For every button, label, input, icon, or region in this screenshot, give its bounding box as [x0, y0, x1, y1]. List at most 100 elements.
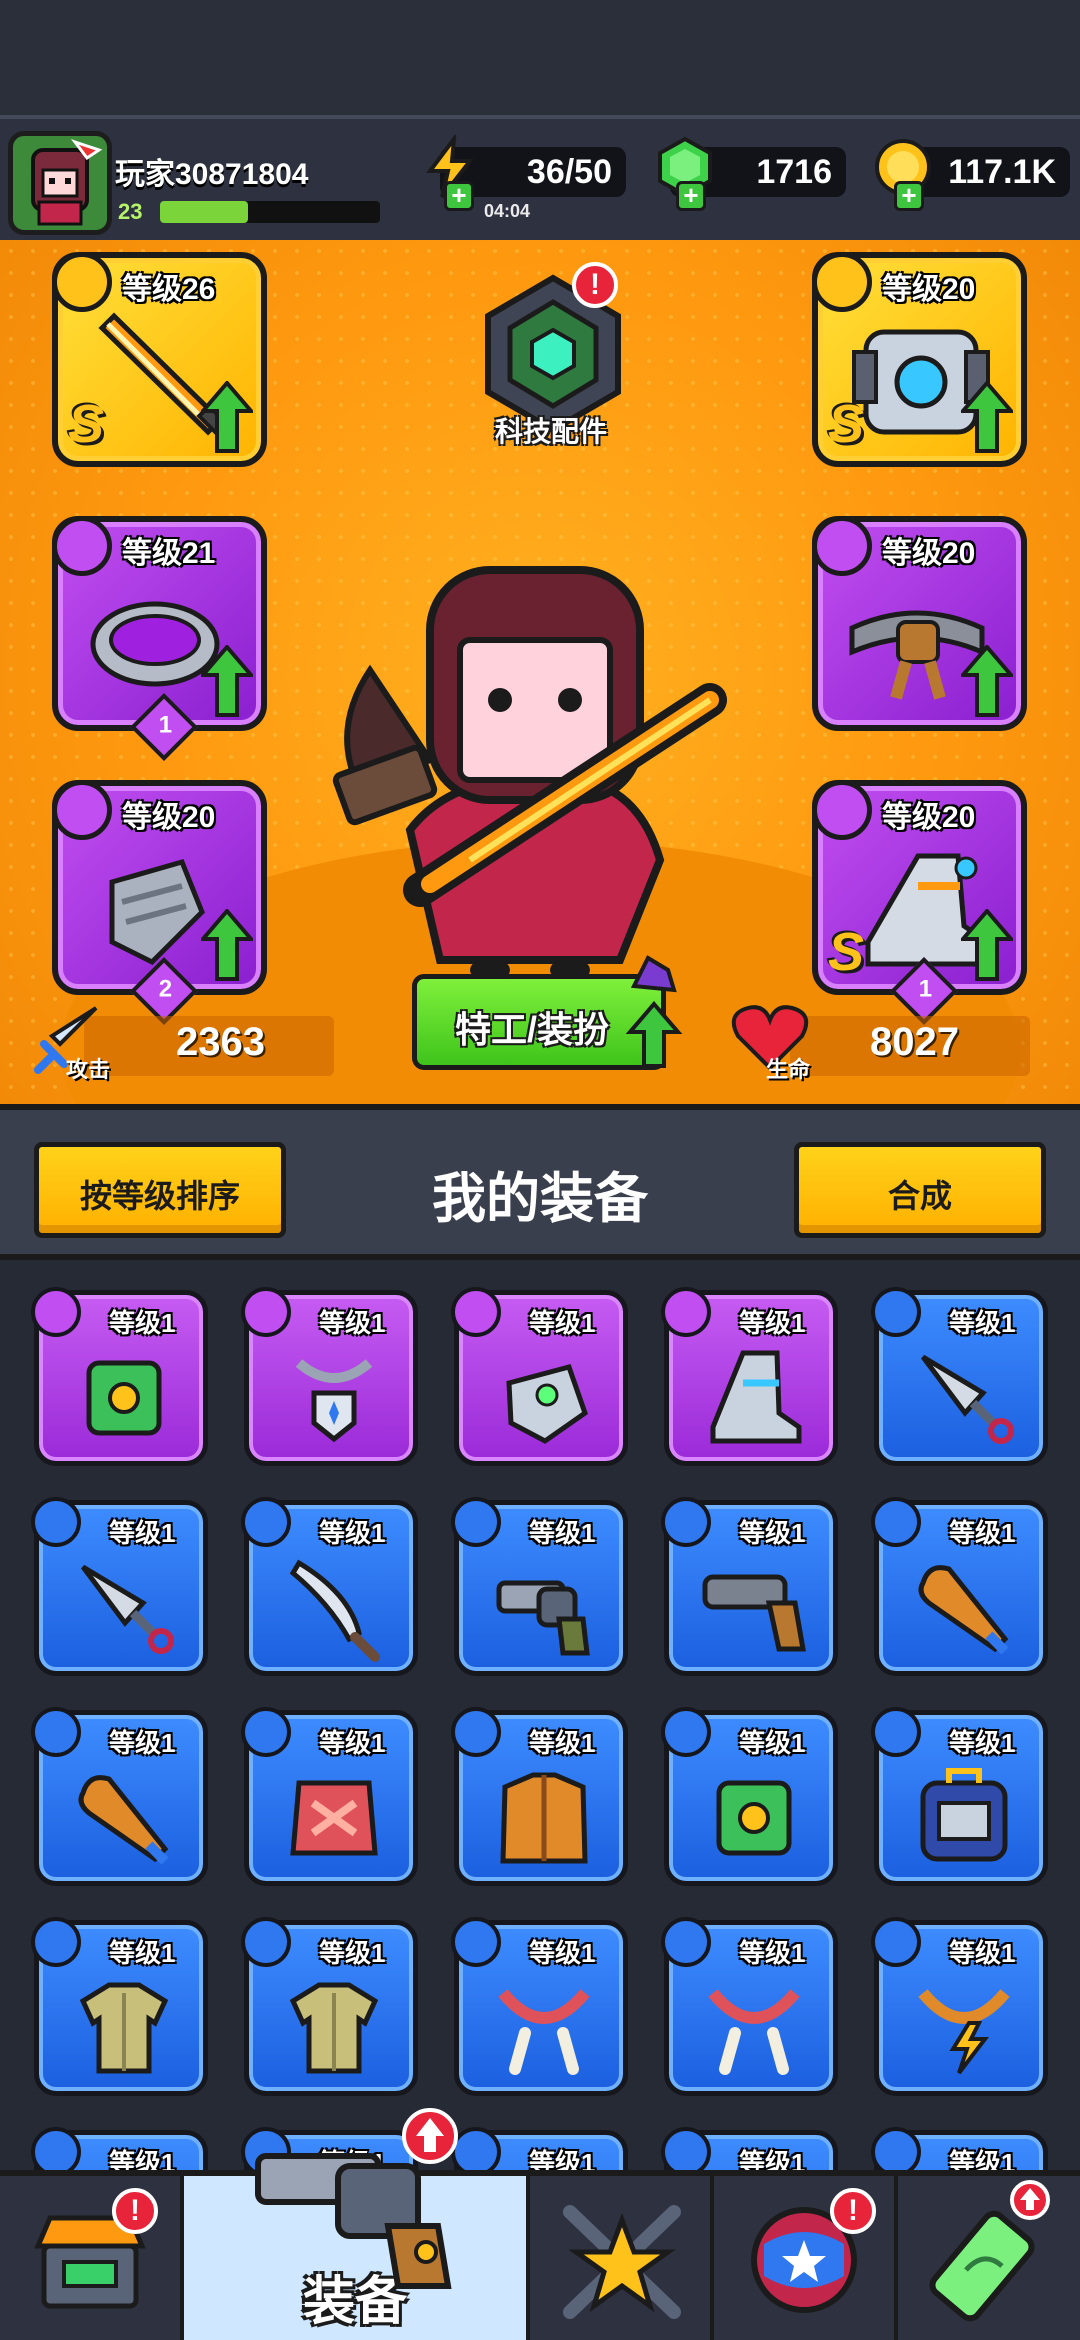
- item-type-icon: [31, 1917, 81, 1967]
- inventory-item[interactable]: 等级1: [31, 1287, 208, 1466]
- energy-timer: 04:04: [484, 201, 531, 221]
- amulet-icon: [295, 1359, 373, 1443]
- kunai-icon: [921, 1354, 1014, 1444]
- weapon-slot[interactable]: 等级26 S: [52, 252, 267, 467]
- inventory-item[interactable]: 等级1: [871, 1917, 1048, 2096]
- merge-button[interactable]: 合成: [794, 1142, 1046, 1238]
- add-coins-button[interactable]: +: [894, 181, 924, 211]
- inventory-item[interactable]: 等级1: [241, 1287, 418, 1466]
- inventory-item[interactable]: 等级1: [31, 1707, 208, 1886]
- agent-skin-label: 特工/装扮: [454, 1009, 609, 1050]
- boots-gem-count: 1: [918, 975, 933, 1003]
- item-level: 等级1: [739, 1308, 806, 1338]
- upgrade-arrow-icon: [201, 381, 253, 453]
- inventory-item[interactable]: 等级1: [31, 1497, 208, 1676]
- inventory-item[interactable]: 等级1: [241, 1917, 418, 2096]
- item-type-icon: [451, 1497, 501, 1547]
- tech-accessory-label: 科技配件: [494, 416, 607, 447]
- inventory-item[interactable]: 等级1: [871, 1707, 1048, 1886]
- tech-alert-badge: !: [572, 262, 618, 308]
- energy-value: 36/50: [526, 153, 612, 191]
- shop-alert-badge: !: [112, 2188, 158, 2234]
- boot-icon: [710, 1350, 802, 1444]
- armor-slot[interactable]: 等级20 S: [812, 252, 1027, 467]
- inventory-item[interactable]: 等级1: [871, 1497, 1048, 1676]
- inventory-item[interactable]: 等级1: [661, 1917, 838, 2096]
- necklace-type-icon: [52, 516, 112, 576]
- add-energy-button[interactable]: +: [444, 181, 474, 211]
- inventory-item[interactable]: 等级1: [241, 1497, 418, 1676]
- lightning-necklace-icon: [918, 1989, 1010, 2075]
- vest-icon: [716, 1780, 792, 1856]
- hat-upgrade-icon: [625, 955, 683, 1068]
- boots-slot[interactable]: 等级20 S 1: [812, 780, 1027, 1025]
- inventory-item[interactable]: 等级1: [451, 1707, 628, 1886]
- evolve-alert-icon: [1010, 2180, 1050, 2220]
- item-type-icon: [451, 1917, 501, 1967]
- inventory-item[interactable]: 等级1: [871, 1287, 1048, 1466]
- player-level: 23: [118, 199, 143, 224]
- gloves-gem-count: 2: [158, 975, 173, 1003]
- item-type-icon: [661, 1917, 711, 1967]
- add-gems-button[interactable]: +: [676, 181, 706, 211]
- item-level: 等级1: [529, 1518, 596, 1548]
- gem-value: 1716: [756, 153, 832, 191]
- item-level: 等级1: [739, 1728, 806, 1758]
- item-type-icon: [871, 1917, 921, 1967]
- inventory-item[interactable]: 等级1: [451, 1917, 628, 2096]
- inventory-item[interactable]: 等级1: [31, 1917, 208, 2096]
- inventory-item[interactable]: 等级1: [241, 1707, 418, 1886]
- bat-icon: [918, 1565, 1009, 1655]
- ninja-character[interactable]: [320, 530, 760, 990]
- item-type-icon: [241, 1497, 291, 1547]
- shirt-icon: [79, 1982, 169, 2074]
- belt-slot[interactable]: 等级20: [812, 516, 1027, 731]
- gloves-type-icon: [52, 780, 112, 840]
- inventory-grid: 等级1 等级1 等级1 等级1 等级1 等级1 等级1 等级1 等级1 等级1 等级1 等级1 等级1 等…: [0, 1260, 1080, 2180]
- item-level: 等级1: [739, 1938, 806, 1968]
- inventory-item[interactable]: 等级1: [661, 1287, 838, 1466]
- player-top-bar: 玩家30871804 23 36/50 + 04:04 1716 + 117.1…: [0, 115, 1080, 240]
- necklace-slot[interactable]: 等级21 1: [52, 516, 267, 761]
- inventory-item[interactable]: 等级1: [451, 1497, 628, 1676]
- weapon-level: 等级26: [122, 273, 216, 306]
- attack-value: 2363: [176, 1020, 265, 1064]
- item-level: 等级1: [949, 1938, 1016, 1968]
- gloves-level: 等级20: [122, 801, 216, 834]
- item-level: 等级1: [109, 1938, 176, 1968]
- nav-tab-shop[interactable]: !: [0, 2176, 184, 2340]
- inventory-item[interactable]: 等级1: [451, 1287, 628, 1466]
- inventory-item[interactable]: 等级1: [661, 1497, 838, 1676]
- item-type-icon: [31, 1497, 81, 1547]
- vest-icon: [86, 1360, 162, 1436]
- nav-tab-events[interactable]: !: [714, 2176, 898, 2340]
- nav-tab-battle[interactable]: [530, 2176, 714, 2340]
- item-level: 等级1: [949, 1308, 1016, 1338]
- item-level: 等级1: [109, 1518, 176, 1548]
- item-level: 等级1: [319, 1308, 386, 1338]
- item-type-icon: [241, 1917, 291, 1967]
- item-level: 等级1: [529, 1728, 596, 1758]
- gloves-slot[interactable]: 等级20 2: [52, 780, 267, 1025]
- armor-rank: S: [828, 394, 865, 454]
- hp-stat: 8027: [790, 1016, 1030, 1076]
- item-level: 等级1: [109, 1308, 176, 1338]
- boots-rank: S: [828, 922, 865, 982]
- item-type-icon: [241, 1707, 291, 1757]
- battle-star-icon: [563, 2205, 681, 2319]
- item-level: 等级1: [739, 1518, 806, 1548]
- bottom-navigation: ! 装备 !: [0, 2108, 1080, 2340]
- nav-tab-evolve[interactable]: [898, 2176, 1080, 2340]
- sort-by-level-button[interactable]: 按等级排序: [34, 1142, 286, 1238]
- my-equipment-title: 我的装备: [432, 1169, 648, 1229]
- upgrade-available-icon: [402, 2108, 458, 2164]
- player-avatar[interactable]: [8, 131, 112, 235]
- boots-type-icon: [812, 780, 872, 840]
- xp-bar: [160, 201, 380, 223]
- item-type-icon: [871, 1497, 921, 1547]
- inventory-item[interactable]: 等级1: [661, 1707, 838, 1886]
- weapon-rank: S: [68, 394, 105, 454]
- upgrade-arrow-icon: [961, 909, 1013, 981]
- item-type-icon: [661, 1287, 711, 1337]
- boots-level: 等级20: [882, 801, 976, 834]
